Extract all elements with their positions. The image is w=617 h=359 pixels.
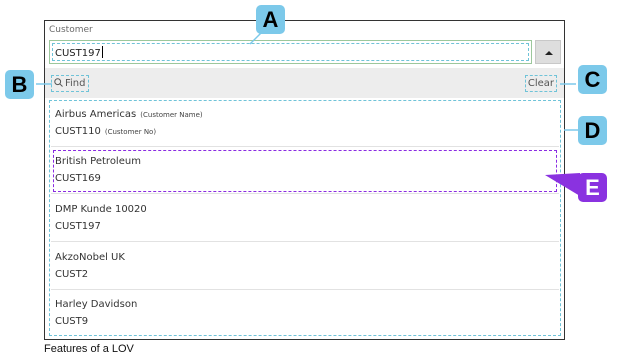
figure-caption: Features of a LOV <box>44 343 134 355</box>
callout-d: D <box>578 116 607 145</box>
callout-b: B <box>5 70 34 99</box>
callout-c: C <box>578 65 607 94</box>
callout-connectors <box>36 29 580 196</box>
callout-a: A <box>256 5 285 34</box>
callout-e: E <box>578 173 607 202</box>
connector-e <box>545 173 580 196</box>
